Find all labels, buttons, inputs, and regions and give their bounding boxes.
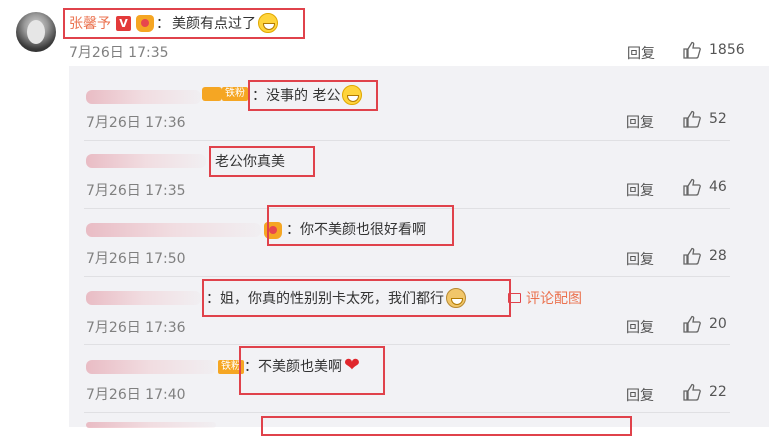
avatar[interactable] xyxy=(16,12,56,52)
like-button[interactable]: 22 xyxy=(683,383,727,401)
reply-text-line: ： 姐，你真的性别别卡太死，我们都行 xyxy=(206,287,466,309)
thumb-up-icon xyxy=(683,383,701,401)
smirk-emoji-icon xyxy=(342,85,363,105)
like-count: 20 xyxy=(709,316,727,332)
like-count: 22 xyxy=(709,384,727,400)
like-count: 1856 xyxy=(709,42,745,58)
like-button[interactable]: 1856 xyxy=(683,41,745,59)
colon: ： xyxy=(286,222,300,238)
colon: ： xyxy=(206,291,220,307)
reply-text: 老公你真美 xyxy=(215,154,285,170)
like-count: 46 xyxy=(709,179,727,195)
blurred-username xyxy=(86,422,216,428)
reply-button[interactable]: 回复 xyxy=(627,43,655,63)
thumb-up-icon xyxy=(683,315,701,333)
fan-level-badge: 铁粉 xyxy=(222,87,248,101)
blurred-username xyxy=(86,90,201,104)
fan-badge-icon xyxy=(202,87,222,101)
picture-icon xyxy=(508,293,521,303)
reply-button[interactable]: 回复 xyxy=(626,317,654,337)
thumb-up-icon xyxy=(683,247,701,265)
blurred-username xyxy=(86,223,261,237)
reply-text: 姐，你真的性别别卡太死，我们都行 xyxy=(220,291,444,307)
like-button[interactable]: 52 xyxy=(683,110,727,128)
heart-emoji-icon xyxy=(344,354,364,376)
reply-time: 7月26日 17:40 xyxy=(86,387,186,403)
reply-text: 你不美颜也很好看啊 xyxy=(300,222,426,238)
like-button[interactable]: 46 xyxy=(683,178,727,196)
divider xyxy=(84,344,730,345)
reply-time: 7月26日 17:50 xyxy=(86,251,186,267)
divider xyxy=(84,276,730,277)
divider xyxy=(84,412,730,413)
reply-time: 7月26日 17:36 xyxy=(86,115,186,131)
colon: ： xyxy=(252,88,266,104)
reply-button[interactable]: 回复 xyxy=(626,112,654,132)
reply-button[interactable]: 回复 xyxy=(626,385,654,405)
main-comment: 张馨予 V ： 美颜有点过了 xyxy=(69,12,278,34)
thumb-up-icon xyxy=(683,110,701,128)
reply-button[interactable]: 回复 xyxy=(626,180,654,200)
grin-emoji-icon xyxy=(258,13,278,33)
like-count: 28 xyxy=(709,248,727,264)
username-link[interactable]: 张馨予 xyxy=(69,13,111,33)
reply-text-line: ： 没事的 老公 xyxy=(252,84,363,106)
reply-button[interactable]: 回复 xyxy=(626,249,654,269)
like-button[interactable]: 28 xyxy=(683,247,727,265)
reply-text-line: ： 不美颜也美啊 xyxy=(244,354,364,377)
fan-badge-icon xyxy=(136,14,154,32)
reply-text-line: 老公你真美 xyxy=(215,150,285,172)
reply-time: 7月26日 17:36 xyxy=(86,320,186,336)
divider xyxy=(84,140,730,141)
comment-text: 美颜有点过了 xyxy=(172,16,256,32)
blurred-username xyxy=(86,360,216,374)
reply-text: 没事的 老公 xyxy=(266,88,341,104)
highlight-box xyxy=(261,416,632,436)
blurred-username xyxy=(86,154,206,168)
verified-icon: V xyxy=(116,15,131,31)
reply-text: 不美颜也美啊 xyxy=(258,359,342,375)
like-button[interactable]: 20 xyxy=(683,315,727,333)
reply-time: 7月26日 17:35 xyxy=(86,183,186,199)
avatar-face xyxy=(27,20,45,44)
comment-time: 7月26日 17:35 xyxy=(69,45,169,61)
thumb-up-icon xyxy=(683,178,701,196)
like-count: 52 xyxy=(709,111,727,127)
doge-emoji-icon xyxy=(446,288,466,308)
blurred-username xyxy=(86,291,201,305)
comment-picture-label: 评论配图 xyxy=(526,291,582,307)
thumb-up-icon xyxy=(683,41,701,59)
colon: ： xyxy=(244,359,258,375)
reply-text-line: ： 你不美颜也很好看啊 xyxy=(286,218,426,240)
colon: ： xyxy=(156,16,170,32)
comment-picture-link[interactable]: 评论配图 xyxy=(508,288,582,308)
